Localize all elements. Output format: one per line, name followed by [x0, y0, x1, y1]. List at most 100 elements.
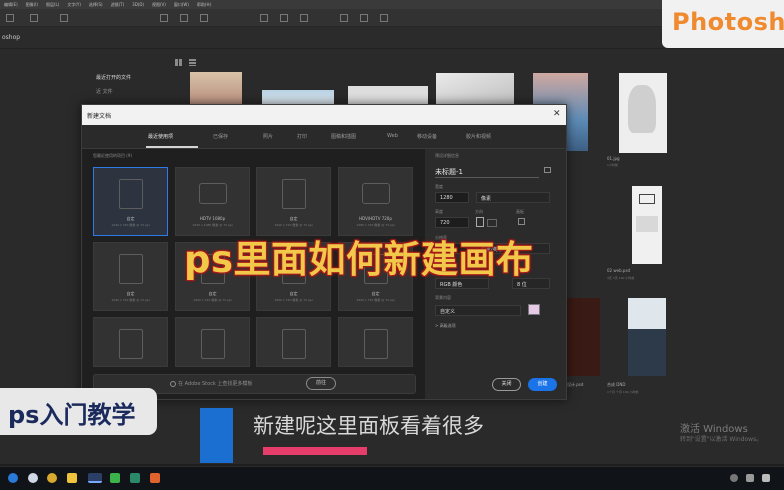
width-input[interactable]: 1280 — [435, 192, 469, 203]
3d-mode-icon[interactable] — [360, 14, 368, 22]
tab-photo[interactable]: 照片 — [263, 133, 273, 140]
tray-icon[interactable] — [730, 474, 738, 482]
document-preset-icon — [201, 329, 225, 359]
app-icon[interactable] — [110, 473, 120, 483]
align-icon[interactable] — [180, 14, 188, 22]
preset-card[interactable]: 自定 1240 x 720 像素 @ 72 ppi — [93, 242, 168, 311]
video-preset-icon — [362, 183, 390, 204]
height-input[interactable]: 720 — [435, 217, 469, 228]
recent-thumbnail[interactable] — [619, 73, 667, 153]
menu-item-window[interactable]: 窗口(W) — [174, 2, 189, 8]
explorer-icon[interactable] — [67, 473, 77, 483]
recent-thumbnail[interactable] — [567, 298, 600, 376]
notification-icon[interactable] — [762, 474, 770, 482]
preset-name: 自定 — [126, 216, 135, 221]
preset-card[interactable]: 自定 1240 x 720 像素 @ 72 ppi — [93, 167, 168, 236]
document-preset-icon — [119, 254, 143, 284]
video-title-caption: ps里面如何新建画布 — [184, 238, 534, 281]
tool-option-icon[interactable] — [6, 14, 14, 22]
save-preset-icon[interactable] — [544, 167, 551, 173]
tab-recent[interactable]: 最近使用项 — [148, 133, 173, 140]
width-unit-select[interactable]: 像素 — [476, 192, 550, 203]
background-label: 背景内容 — [435, 295, 451, 300]
menu-item-edit[interactable]: 编辑(E) — [4, 2, 18, 8]
advanced-options-toggle[interactable]: > 高级选项 — [435, 323, 456, 329]
distribute-icon[interactable] — [280, 14, 288, 22]
preset-card[interactable] — [338, 317, 413, 367]
distribute-icon[interactable] — [300, 14, 308, 22]
background-select[interactable]: 自定义 — [435, 305, 521, 316]
menu-item-filter[interactable]: 滤镜(T) — [111, 2, 125, 8]
activate-windows-sub: 转到"设置"以激活 Windows。 — [680, 436, 763, 443]
3d-mode-icon[interactable] — [380, 14, 388, 22]
menu-item-image[interactable]: 图像(I) — [26, 2, 38, 8]
menu-item-select[interactable]: 选择(S) — [89, 2, 103, 8]
menu-item-view[interactable]: 视图(V) — [152, 2, 166, 8]
preset-card[interactable] — [256, 317, 331, 367]
document-name-input[interactable]: 未标题-1 — [435, 167, 463, 177]
tab-mobile[interactable]: 移动设备 — [417, 133, 437, 140]
preset-size: 1920 x 720 像素 @ 72 ppi — [193, 298, 232, 302]
recent-thumbnail[interactable] — [632, 186, 662, 264]
recent-files-label[interactable]: 最近打开的文件 — [96, 74, 131, 81]
list-view-icon[interactable] — [189, 59, 196, 66]
search-icon[interactable] — [28, 473, 38, 483]
align-icon[interactable] — [160, 14, 168, 22]
preset-size: 1920 x 720 像素 @ 72 ppi — [356, 298, 395, 302]
create-button[interactable]: 创建 — [528, 378, 557, 391]
menu-item-type[interactable]: 文字(Y) — [67, 2, 81, 8]
thumb-meta: 1小时前 — [607, 163, 618, 167]
distribute-icon[interactable] — [260, 14, 268, 22]
preset-size: 1920 x 1080 像素 @ 72 ppi — [192, 223, 233, 227]
presets-title: 您最近使用的项目 (9) — [93, 153, 132, 158]
close-button[interactable]: 关闭 — [492, 378, 521, 391]
align-icon[interactable] — [200, 14, 208, 22]
portrait-orientation-icon[interactable] — [476, 217, 484, 227]
tab-print[interactable]: 打印 — [297, 133, 307, 140]
photoshop-taskbar-icon[interactable] — [88, 473, 102, 483]
recent-thumbnail[interactable] — [628, 298, 666, 376]
preset-size: 1240 x 720 像素 @ 72 ppi — [111, 298, 150, 302]
tool-option-icon[interactable] — [30, 14, 38, 22]
thumb-caption: 01.jpg — [607, 156, 620, 161]
checkbox-icon[interactable] — [60, 14, 68, 22]
go-button[interactable]: 前往 — [306, 377, 336, 390]
recent-thumbnail[interactable] — [436, 73, 514, 108]
preset-size: 1920 x 720 像素 @ 72 ppi — [274, 223, 313, 227]
browser-icon[interactable] — [47, 473, 57, 483]
background-color-swatch[interactable] — [528, 304, 540, 315]
dialog-title: 新建文档 — [82, 105, 566, 125]
recent-thumbnail[interactable] — [190, 72, 242, 108]
tray-icon[interactable] — [746, 474, 754, 482]
menu-item-layer[interactable]: 图层(L) — [46, 2, 59, 8]
grid-view-icon[interactable] — [175, 59, 182, 66]
decorative-pink-bar — [263, 447, 367, 455]
preset-card[interactable] — [175, 317, 250, 367]
app-tab-title[interactable]: oshop — [2, 34, 20, 41]
photoshop-watermark: Photosho — [662, 0, 784, 48]
tab-saved[interactable]: 已保存 — [213, 133, 228, 140]
document-preset-icon — [282, 179, 306, 209]
preset-card[interactable]: HDV/HDTV 720p 1280 x 720 像素 @ 72 ppi — [338, 167, 413, 236]
preset-size: 1280 x 720 像素 @ 72 ppi — [356, 223, 395, 227]
search-input[interactable]: 在 Adobe Stock 上查找更多模板 — [178, 380, 252, 387]
preset-name: 自定 — [126, 291, 135, 296]
details-heading: 预设详细信息 — [435, 153, 459, 158]
3d-mode-icon[interactable] — [340, 14, 348, 22]
tab-art-illustration[interactable]: 图稿和插图 — [331, 133, 356, 140]
menu-item-3d[interactable]: 3D(D) — [132, 2, 144, 7]
tab-web[interactable]: Web — [387, 133, 398, 139]
landscape-orientation-icon[interactable] — [487, 219, 497, 227]
start-icon[interactable] — [8, 473, 18, 483]
app-icon[interactable] — [130, 473, 140, 483]
preset-card[interactable]: HDTV 1080p 1920 x 1080 像素 @ 72 ppi — [175, 167, 250, 236]
tab-film-video[interactable]: 胶片和视频 — [466, 133, 491, 140]
preset-card[interactable]: 自定 1920 x 720 像素 @ 72 ppi — [256, 167, 331, 236]
app-icon[interactable] — [150, 473, 160, 483]
close-icon[interactable]: ✕ — [553, 110, 561, 119]
menu-item-help[interactable]: 帮助(H) — [197, 2, 211, 8]
series-tag-text: ps入门教学 — [8, 401, 136, 429]
document-preset-icon — [282, 329, 306, 359]
artboard-checkbox[interactable] — [518, 218, 525, 225]
preset-card[interactable] — [93, 317, 168, 367]
